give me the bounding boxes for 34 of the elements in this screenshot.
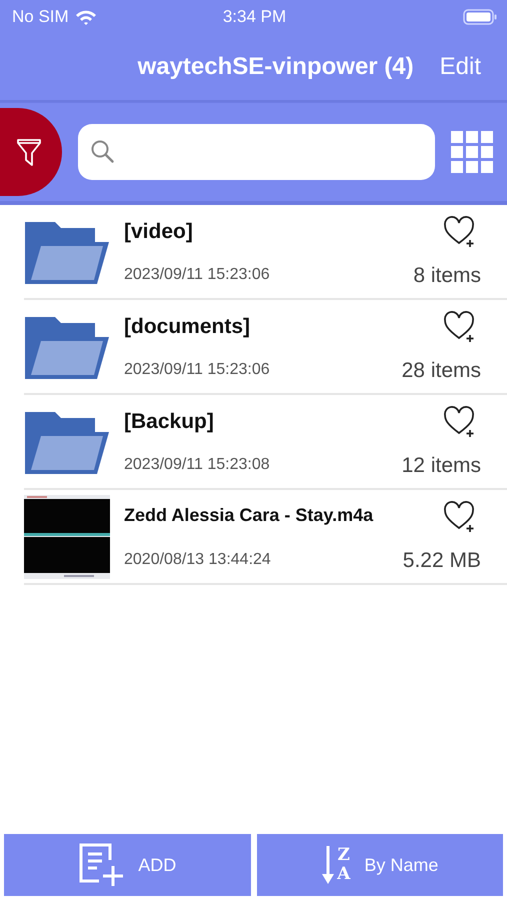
grid-view-icon[interactable] [451, 131, 493, 173]
search-field[interactable] [78, 124, 435, 180]
battery-icon [463, 9, 497, 25]
favorite-add-icon[interactable] [443, 500, 477, 532]
file-name: [video] [124, 220, 194, 244]
item-count: 5.22 MB [402, 548, 481, 572]
favorite-add-icon[interactable] [443, 406, 477, 438]
modified-date: 2023/09/11 15:23:06 [124, 266, 271, 284]
wifi-icon [74, 9, 97, 25]
carrier-label: No SIM [12, 7, 69, 27]
folder-icon [24, 410, 110, 474]
screen-title: waytechSE-vinpower (4) [138, 53, 414, 81]
file-row[interactable]: Zedd Alessia Cara - Stay.m4a 2020/08/13 13:44:24 5.22 MB [24, 490, 507, 585]
search-icon [90, 139, 116, 165]
item-count: 28 items [402, 358, 481, 382]
file-name: Zedd Alessia Cara - Stay.m4a [124, 504, 374, 526]
file-row[interactable]: [Backup] 2023/09/11 15:23:08 12 items [24, 395, 507, 490]
modified-date: 2020/08/13 13:44:24 [124, 550, 272, 568]
filter-icon [16, 137, 42, 167]
folder-icon [24, 220, 110, 284]
folder-icon [24, 314, 110, 378]
favorite-add-icon[interactable] [443, 310, 477, 342]
file-row[interactable]: [documents] 2023/09/11 15:23:06 28 items [24, 300, 507, 395]
item-count: 8 items [413, 264, 481, 288]
file-row[interactable]: [video] 2023/09/11 15:23:06 8 items [24, 205, 507, 300]
modified-date: 2023/09/11 15:23:06 [124, 360, 271, 378]
modified-date: 2023/09/11 15:23:08 [124, 456, 271, 474]
favorite-add-icon[interactable] [443, 216, 477, 248]
item-count: 12 items [402, 454, 481, 478]
add-note-icon [78, 842, 124, 888]
clock-time: 3:34 PM [222, 7, 286, 27]
file-name: [documents] [124, 314, 251, 338]
filter-button[interactable] [0, 108, 62, 196]
file-name: [Backup] [124, 410, 215, 434]
